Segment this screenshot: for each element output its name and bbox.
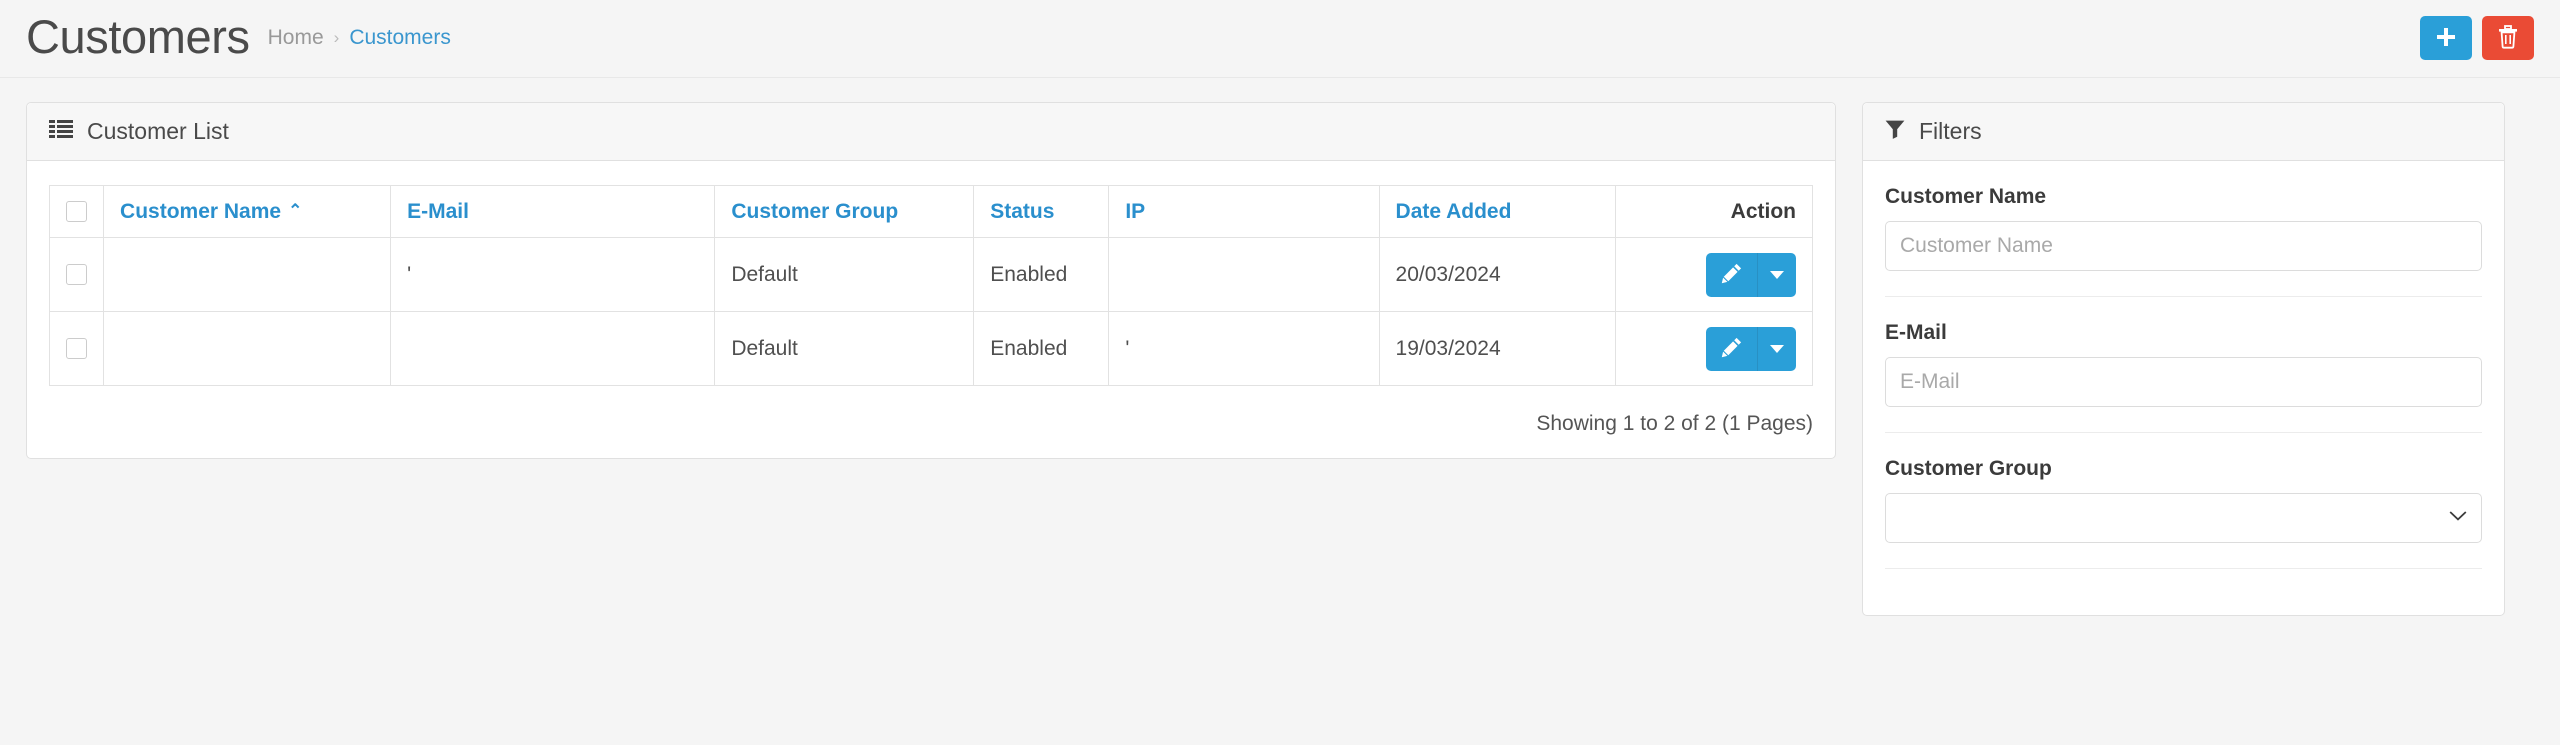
column-header-date-added[interactable]: Date Added <box>1378 185 1616 238</box>
filters-panel-heading: Filters <box>1863 103 2504 161</box>
column-header-status[interactable]: Status <box>973 185 1110 238</box>
filter-group-customer-group: Customer Group <box>1885 457 2482 543</box>
filter-divider <box>1885 296 2482 297</box>
table-row: Default Enabled ' 19/03/2024 <box>48 311 1814 386</box>
column-label-customer-name: Customer Name <box>120 199 282 223</box>
breadcrumb-customers[interactable]: Customers <box>349 26 451 50</box>
filter-label-email: E-Mail <box>1885 321 1947 344</box>
cell-email: ' <box>390 237 716 312</box>
filter-divider <box>1885 432 2482 433</box>
row-action-dropdown-button[interactable] <box>1758 326 1796 371</box>
table-row: ' Default Enabled 20/03/2024 <box>48 237 1814 312</box>
breadcrumb: Home › Customers <box>268 26 451 50</box>
cell-ip <box>1108 237 1380 312</box>
plus-icon <box>2435 26 2457 51</box>
filter-label-customer-group: Customer Group <box>1885 457 2052 480</box>
filter-group-email: E-Mail <box>1885 321 2482 407</box>
filter-input-customer-name[interactable] <box>1885 221 2482 271</box>
cell-date-added: 19/03/2024 <box>1378 311 1616 386</box>
row-action-group <box>1706 326 1796 371</box>
cell-customer-group: Default <box>714 311 975 386</box>
add-new-customer-button[interactable] <box>2420 16 2472 60</box>
sort-asc-icon: ⌃ <box>288 200 303 220</box>
filter-group-customer-name: Customer Name <box>1885 185 2482 271</box>
column-header-ip[interactable]: IP <box>1108 185 1380 238</box>
table-header-row: Customer Name ⌃ E-Mail Customer Group Sta… <box>48 185 1814 238</box>
customer-list-column: Customer List Customer Name ⌃ E-Mail Cus… <box>26 102 1836 459</box>
filters-body: Customer Name E-Mail Customer Group <box>1863 161 2504 615</box>
customer-list-body: Customer Name ⌃ E-Mail Customer Group Sta… <box>27 161 1835 458</box>
pencil-icon <box>1721 336 1743 361</box>
customers-table: Customer Name ⌃ E-Mail Customer Group Sta… <box>48 185 1814 386</box>
list-icon <box>49 119 73 144</box>
content-area: Customer List Customer Name ⌃ E-Mail Cus… <box>0 78 2560 616</box>
pagination-results: Showing 1 to 2 of 2 (1 Pages) <box>1536 412 1813 435</box>
edit-customer-button[interactable] <box>1706 326 1758 371</box>
trash-icon <box>2497 24 2519 52</box>
cell-status: Enabled <box>973 237 1110 312</box>
cell-date-added: 20/03/2024 <box>1378 237 1616 312</box>
edit-customer-button[interactable] <box>1706 252 1758 297</box>
caret-down-icon <box>1770 270 1784 279</box>
select-all-header <box>48 185 105 238</box>
filters-title: Filters <box>1919 118 1982 144</box>
filter-input-email[interactable] <box>1885 357 2482 407</box>
breadcrumb-home[interactable]: Home <box>268 26 324 50</box>
page-title: Customers <box>26 10 250 63</box>
funnel-icon <box>1885 119 1905 144</box>
column-header-action: Action <box>1614 185 1814 238</box>
table-footer: Showing 1 to 2 of 2 (1 Pages) <box>49 386 1813 436</box>
filter-select-wrapper <box>1885 493 2482 543</box>
cell-customer-name <box>103 311 392 386</box>
page-header: Customers Home › Customers <box>0 0 2560 78</box>
filters-panel: Filters Customer Name E-Mail Customer Gr… <box>1862 102 2505 616</box>
customers-table-body: ' Default Enabled 20/03/2024 Default Ena… <box>48 237 1814 386</box>
breadcrumb-separator-icon: › <box>333 28 340 47</box>
customers-table-head: Customer Name ⌃ E-Mail Customer Group Sta… <box>48 185 1814 238</box>
cell-action <box>1614 237 1814 312</box>
column-header-email[interactable]: E-Mail <box>390 185 716 238</box>
filters-column: Filters Customer Name E-Mail Customer Gr… <box>1862 102 2505 616</box>
cell-ip: ' <box>1108 311 1380 386</box>
row-checkbox[interactable] <box>66 264 88 286</box>
filter-label-customer-name: Customer Name <box>1885 185 2047 208</box>
customer-list-panel-heading: Customer List <box>27 103 1835 161</box>
column-header-customer-group[interactable]: Customer Group <box>714 185 975 238</box>
customer-list-title: Customer List <box>87 118 229 144</box>
cell-status: Enabled <box>973 311 1110 386</box>
filter-select-customer-group[interactable] <box>1885 493 2482 543</box>
cell-action <box>1614 311 1814 386</box>
row-checkbox[interactable] <box>66 338 88 360</box>
delete-selected-button[interactable] <box>2482 16 2534 60</box>
filter-divider <box>1885 568 2482 569</box>
caret-down-icon <box>1770 344 1784 353</box>
column-header-customer-name[interactable]: Customer Name ⌃ <box>103 185 392 238</box>
customer-list-panel: Customer List Customer Name ⌃ E-Mail Cus… <box>26 102 1836 459</box>
cell-email <box>390 311 716 386</box>
row-select-cell <box>48 311 105 386</box>
pencil-icon <box>1721 262 1743 287</box>
row-action-group <box>1706 252 1796 297</box>
row-action-dropdown-button[interactable] <box>1758 252 1796 297</box>
header-actions <box>2420 16 2534 60</box>
row-select-cell <box>48 237 105 312</box>
select-all-checkbox[interactable] <box>66 201 88 223</box>
cell-customer-name <box>103 237 392 312</box>
cell-customer-group: Default <box>714 237 975 312</box>
